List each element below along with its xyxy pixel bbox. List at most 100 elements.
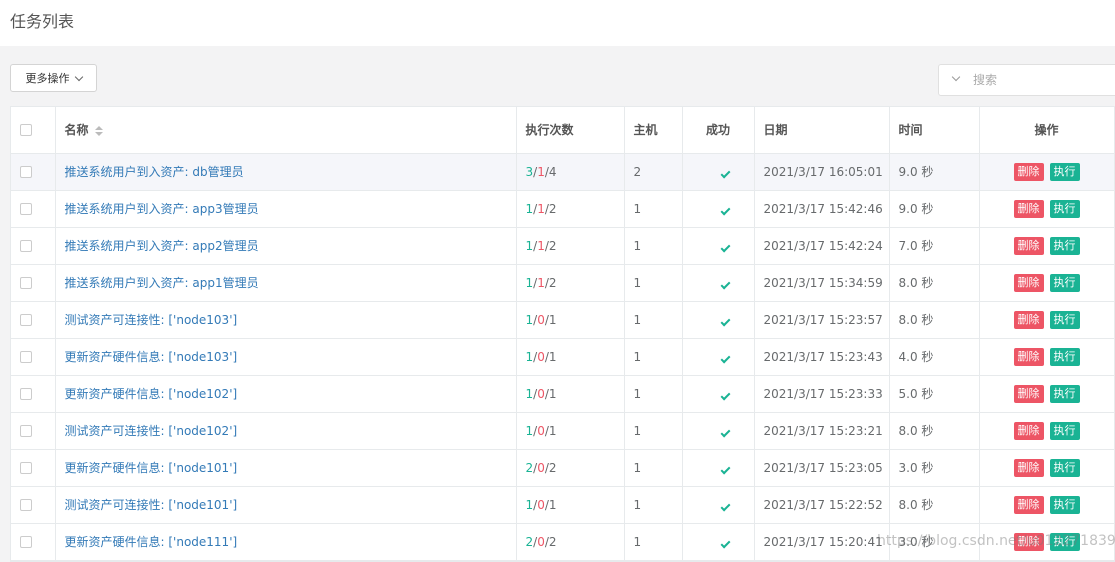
task-name-link[interactable]: 推送系统用户到入资产: db管理员 — [65, 165, 244, 179]
run-button[interactable]: 执行 — [1049, 273, 1080, 292]
table-row[interactable]: 测试资产可连接性: ['node102'] 1/0/1 1 2021/3/17 15:… — [11, 412, 1114, 450]
delete-button[interactable]: 删除 — [1013, 495, 1044, 514]
run-button[interactable]: 执行 — [1049, 310, 1080, 329]
run-button[interactable]: 执行 — [1049, 458, 1080, 477]
row-checkbox[interactable] — [20, 166, 32, 178]
check-icon — [720, 538, 730, 548]
more-actions-button[interactable]: 更多操作 — [10, 64, 97, 92]
row-select-cell[interactable] — [11, 264, 56, 302]
run-button[interactable]: 执行 — [1049, 421, 1080, 440]
row-select-cell[interactable] — [11, 523, 56, 561]
row-checkbox[interactable] — [20, 240, 32, 252]
row-checkbox[interactable] — [20, 351, 32, 363]
table-row[interactable]: 推送系统用户到入资产: db管理员 3/1/4 2 2021/3/17 16:05:0… — [11, 153, 1114, 191]
task-name-link[interactable]: 推送系统用户到入资产: app2管理员 — [65, 239, 259, 253]
run-button[interactable]: 执行 — [1049, 384, 1080, 403]
task-name-cell: 更新资产硬件信息: ['node101'] — [55, 449, 517, 487]
sort-icon[interactable] — [94, 125, 103, 136]
delete-button[interactable]: 删除 — [1013, 310, 1044, 329]
search-input[interactable] — [965, 65, 1115, 95]
task-name-link[interactable]: 更新资产硬件信息: ['node101'] — [65, 461, 238, 475]
success-cell — [682, 264, 755, 302]
success-count: 1 — [525, 312, 534, 327]
host-cell: 1 — [624, 301, 683, 339]
row-checkbox[interactable] — [20, 203, 32, 215]
time-cell: 5.0 秒 — [889, 375, 980, 413]
task-name-link[interactable]: 测试资产可连接性: ['node101'] — [65, 498, 238, 512]
delete-button[interactable]: 删除 — [1013, 347, 1044, 366]
table-row[interactable]: 测试资产可连接性: ['node103'] 1/0/1 1 2021/3/17 15:… — [11, 301, 1114, 339]
search-box[interactable] — [938, 64, 1115, 96]
delete-button[interactable]: 删除 — [1013, 236, 1044, 255]
row-select-cell[interactable] — [11, 375, 56, 413]
delete-button[interactable]: 删除 — [1013, 421, 1044, 440]
table-row[interactable]: 推送系统用户到入资产: app2管理员 1/1/2 1 2021/3/17 15:42… — [11, 227, 1114, 265]
row-checkbox[interactable] — [20, 314, 32, 326]
row-select-cell[interactable] — [11, 486, 56, 524]
task-name-cell: 推送系统用户到入资产: db管理员 — [55, 153, 517, 191]
exec-count-cell: 3/1/4 — [516, 153, 625, 191]
host-cell: 1 — [624, 375, 683, 413]
task-name-link[interactable]: 更新资产硬件信息: ['node102'] — [65, 387, 238, 401]
table-row[interactable]: 更新资产硬件信息: ['node102'] 1/0/1 1 2021/3/17 15:… — [11, 375, 1114, 413]
row-checkbox[interactable] — [20, 277, 32, 289]
task-name-link[interactable]: 推送系统用户到入资产: app3管理员 — [65, 202, 259, 216]
host-cell: 1 — [624, 264, 683, 302]
actions-cell: 删除 执行 — [979, 190, 1114, 228]
run-button[interactable]: 执行 — [1049, 347, 1080, 366]
row-checkbox[interactable] — [20, 462, 32, 474]
run-button[interactable]: 执行 — [1049, 199, 1080, 218]
run-button[interactable]: 执行 — [1049, 236, 1080, 255]
task-name-link[interactable]: 更新资产硬件信息: ['node103'] — [65, 350, 238, 364]
task-name-link[interactable]: 推送系统用户到入资产: app1管理员 — [65, 276, 259, 290]
delete-button[interactable]: 删除 — [1013, 384, 1044, 403]
task-name-cell: 测试资产可连接性: ['node103'] — [55, 301, 517, 339]
exec-count-cell: 1/1/2 — [516, 190, 625, 228]
total-count: 2 — [548, 534, 557, 549]
row-select-cell[interactable] — [11, 301, 56, 339]
table-row[interactable]: 更新资产硬件信息: ['node101'] 2/0/2 1 2021/3/17 15:… — [11, 449, 1114, 487]
run-button[interactable]: 执行 — [1049, 162, 1080, 181]
chevron-down-icon[interactable] — [951, 72, 961, 82]
row-select-cell[interactable] — [11, 338, 56, 376]
actions-cell: 删除 执行 — [979, 301, 1114, 339]
run-button[interactable]: 执行 — [1049, 495, 1080, 514]
delete-button[interactable]: 删除 — [1013, 273, 1044, 292]
row-select-cell[interactable] — [11, 449, 56, 487]
task-name-link[interactable]: 测试资产可连接性: ['node102'] — [65, 424, 238, 438]
delete-button[interactable]: 删除 — [1013, 458, 1044, 477]
select-all-checkbox[interactable] — [20, 124, 32, 137]
check-icon — [720, 464, 730, 474]
table-row[interactable]: 更新资产硬件信息: ['node103'] 1/0/1 1 2021/3/17 15:… — [11, 338, 1114, 376]
row-checkbox[interactable] — [20, 536, 32, 548]
row-select-cell[interactable] — [11, 412, 56, 450]
exec-count-cell: 2/0/2 — [516, 523, 625, 561]
success-cell — [682, 338, 755, 376]
task-name-cell: 推送系统用户到入资产: app2管理员 — [55, 227, 517, 265]
more-actions-label: 更多操作 — [25, 72, 70, 85]
task-name-link[interactable]: 测试资产可连接性: ['node103'] — [65, 313, 238, 327]
delete-button[interactable]: 删除 — [1013, 162, 1044, 181]
row-checkbox[interactable] — [20, 388, 32, 400]
header-name[interactable]: 名称 — [55, 107, 517, 154]
delete-button[interactable]: 删除 — [1013, 199, 1044, 218]
watermark: https://blog.csdn.net/u012271839 — [877, 533, 1115, 549]
row-checkbox[interactable] — [20, 425, 32, 437]
row-select-cell[interactable] — [11, 153, 56, 191]
row-select-cell[interactable] — [11, 227, 56, 265]
exec-count-cell: 1/0/1 — [516, 412, 625, 450]
table-row[interactable]: 推送系统用户到入资产: app3管理员 1/1/2 1 2021/3/17 15:42… — [11, 190, 1114, 228]
actions-cell: 删除 执行 — [979, 264, 1114, 302]
host-cell: 1 — [624, 523, 683, 561]
task-name-link[interactable]: 更新资产硬件信息: ['node111'] — [65, 535, 238, 549]
table-row[interactable]: 测试资产可连接性: ['node101'] 1/0/1 1 2021/3/17 15:… — [11, 486, 1114, 524]
fail-count: 0 — [537, 497, 545, 512]
row-checkbox[interactable] — [20, 499, 32, 511]
host-cell: 1 — [624, 449, 683, 487]
time-cell: 8.0 秒 — [889, 412, 980, 450]
task-table-container: 名称 执行次数 主机 成功 日期 时间 操作 推送系统用户到入资产: db管理员… — [10, 106, 1115, 562]
task-name-cell: 推送系统用户到入资产: app1管理员 — [55, 264, 517, 302]
header-select-all[interactable] — [11, 107, 56, 154]
row-select-cell[interactable] — [11, 190, 56, 228]
table-row[interactable]: 推送系统用户到入资产: app1管理员 1/1/2 1 2021/3/17 15:34… — [11, 264, 1114, 302]
